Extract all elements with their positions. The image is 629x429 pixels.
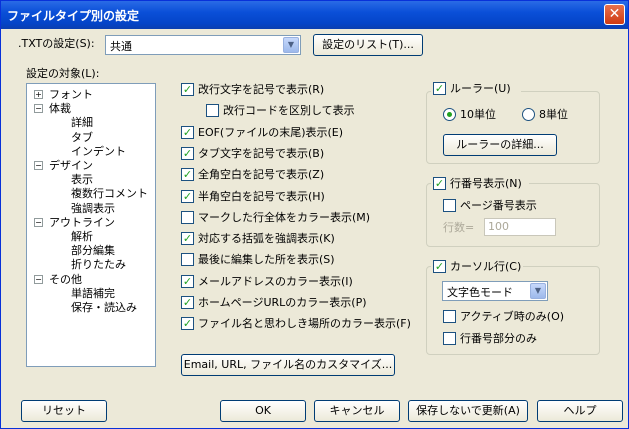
target-label: 設定の対象(L):	[26, 67, 100, 80]
option-checkbox[interactable]: ✓	[181, 189, 194, 203]
ruler-label: ルーラー(U)	[450, 82, 511, 95]
cancel-button[interactable]: キャンセル	[314, 400, 400, 422]
cursor-checkbox[interactable]: ✓	[433, 260, 446, 273]
tree-item[interactable]: アウトライン	[49, 216, 115, 229]
update-without-save-button[interactable]: 保存しないで更新(A)	[408, 400, 528, 422]
ok-button[interactable]: OK	[220, 400, 306, 422]
filetype-select[interactable]: 共通 ▼	[105, 35, 301, 55]
lines-label: 行数=	[443, 221, 475, 234]
linenum-header: ✓ 行番号表示(N)	[431, 176, 529, 192]
tree-item[interactable]: タブ	[71, 131, 93, 144]
customize-button[interactable]: Email, URL, ファイル名のカスタマイズ...	[181, 354, 395, 376]
option-checkbox[interactable]	[181, 253, 194, 267]
option-label: ファイル名と思わしき場所のカラー表示(F)	[198, 317, 411, 331]
tree-item[interactable]: 表示	[71, 173, 93, 186]
option-checkbox[interactable]: ✓	[181, 146, 194, 160]
settings-tree[interactable]: + フォント − 体裁 詳細 タブ インデント − デザイン 表示 複数行コメント 強調表示 − アウトラ…	[26, 83, 156, 367]
option-checkbox[interactable]: ✓	[181, 232, 194, 246]
tree-expander-icon[interactable]: −	[34, 161, 43, 170]
lines-input[interactable]: 100	[484, 218, 556, 236]
option-label: EOF(ファイルの末尾)表示(E)	[198, 125, 344, 139]
tree-item[interactable]: 詳細	[71, 116, 93, 129]
ruler-unit10-label: 10単位	[460, 108, 496, 121]
linenum-label: 行番号表示(N)	[450, 177, 522, 190]
close-icon: ✕	[608, 6, 621, 22]
settings-list-button[interactable]: 設定のリスト(T)...	[313, 34, 423, 56]
tree-item[interactable]: その他	[49, 273, 82, 286]
option-label: 改行文字を記号で表示(R)	[198, 83, 325, 96]
ruler-unit8-radio[interactable]	[522, 108, 535, 121]
ruler-unit10-radio[interactable]	[443, 108, 456, 121]
option-checkbox[interactable]	[181, 210, 194, 224]
tree-item[interactable]: フォント	[49, 88, 93, 101]
tree-item[interactable]: 部分編集	[71, 244, 115, 257]
tree-item[interactable]: 単語補完	[71, 287, 115, 300]
tree-expander-icon[interactable]: −	[34, 217, 43, 227]
cursor-label: カーソル行(C)	[450, 260, 522, 273]
help-button[interactable]: ヘルプ	[537, 400, 623, 422]
cursor-header: ✓ カーソル行(C)	[431, 259, 523, 275]
option-checkbox[interactable]: ✓	[181, 317, 194, 331]
cursor-mode-select[interactable]: 文字色モード ▼	[442, 281, 548, 301]
option-label: タブ文字を記号で表示(B)	[198, 146, 325, 160]
option-label: 全角空白を記号で表示(Z)	[198, 168, 325, 182]
radio-dot	[447, 112, 452, 117]
ruler-checkbox[interactable]: ✓	[433, 82, 446, 95]
option-checkbox[interactable]: ✓	[181, 274, 194, 288]
filetype-label: .TXTの設定(S):	[18, 37, 95, 50]
dialog-window: ファイルタイプ別の設定 ✕ .TXTの設定(S): 共通 ▼ 設定のリスト(T)…	[0, 0, 629, 429]
option-label: 最後に編集した所を表示(S)	[198, 253, 335, 267]
option-checkbox[interactable]: ✓	[181, 125, 194, 139]
linenum-part-checkbox[interactable]	[443, 332, 456, 345]
linenum-part-label: 行番号部分のみ	[460, 332, 537, 345]
tree-item[interactable]: 折りたたみ	[71, 258, 126, 271]
option-label: マークした行全体をカラー表示(M)	[198, 210, 371, 224]
tree-item[interactable]: デザイン	[49, 159, 93, 172]
filetype-select-value: 共通	[110, 40, 132, 53]
active-only-checkbox[interactable]	[443, 310, 456, 323]
chevron-down-icon[interactable]: ▼	[530, 283, 546, 299]
tree-item[interactable]: 体裁	[49, 102, 71, 115]
close-button[interactable]: ✕	[604, 4, 625, 25]
tree-item[interactable]: 保存・読込み	[71, 301, 137, 314]
tree-item[interactable]: インデント	[71, 145, 126, 158]
option-label: 半角空白を記号で表示(H)	[198, 189, 325, 203]
linenum-checkbox[interactable]: ✓	[433, 177, 446, 190]
tree-item[interactable]: 解析	[71, 230, 93, 243]
tree-item[interactable]: 強調表示	[71, 202, 115, 215]
option-label: ホームページURLのカラー表示(P)	[198, 296, 367, 309]
chevron-down-icon[interactable]: ▼	[283, 37, 299, 53]
page-number-label: ページ番号表示	[460, 199, 537, 212]
reset-button[interactable]: リセット	[21, 400, 107, 422]
ruler-unit8-label: 8単位	[539, 108, 568, 121]
option-checkbox[interactable]: ✓	[181, 296, 194, 309]
tree-item[interactable]: 複数行コメント	[71, 187, 148, 200]
ruler-detail-button[interactable]: ルーラーの詳細...	[443, 134, 557, 156]
ruler-header: ✓ ルーラー(U)	[431, 81, 521, 97]
linenum-group	[426, 183, 600, 247]
tree-expander-icon[interactable]: −	[34, 104, 43, 114]
option-checkbox[interactable]: ✓	[181, 83, 194, 96]
option-checkbox[interactable]: ✓	[181, 168, 194, 182]
option-label: 対応する括弧を強調表示(K)	[198, 232, 335, 246]
tree-expander-icon[interactable]: +	[34, 90, 43, 99]
cursor-mode-value: 文字色モード	[447, 286, 513, 299]
title-bar[interactable]: ファイルタイプ別の設定 ✕	[1, 1, 628, 29]
page-number-checkbox[interactable]	[443, 199, 456, 212]
window-title: ファイルタイプ別の設定	[7, 9, 140, 23]
option-checkbox[interactable]	[206, 104, 219, 118]
option-label: 改行コードを区別して表示	[223, 104, 355, 118]
tree-expander-icon[interactable]: −	[34, 274, 43, 284]
active-only-label: アクティブ時のみ(O)	[460, 310, 565, 323]
option-label: メールアドレスのカラー表示(I)	[198, 274, 353, 288]
